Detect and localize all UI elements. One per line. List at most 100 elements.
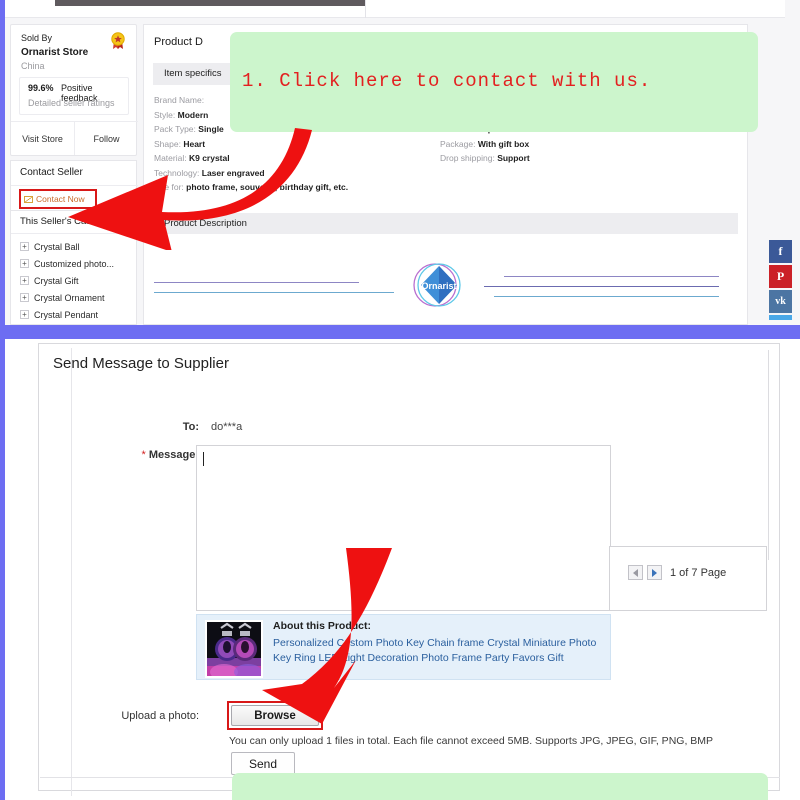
pager: 1 of 7 Page <box>628 565 726 580</box>
product-page-screenshot: Sold By Ornarist Store China 99.6% Posit… <box>0 0 800 325</box>
spec-key: Drop shipping: <box>440 153 495 163</box>
text-caret <box>203 452 204 466</box>
tab-product-description[interactable]: Product Description <box>153 213 738 234</box>
store-country: China <box>21 61 45 71</box>
callout-step-1: 1. Click here to contact with us. <box>230 32 758 132</box>
spec-row: Drop shipping: Support <box>440 151 740 166</box>
seller-actions: Visit Store Follow <box>11 121 138 155</box>
category-label: Crystal Gift <box>34 275 79 286</box>
spec-key: Shape: <box>154 138 181 149</box>
envelope-icon <box>24 195 33 203</box>
top-strip-bar <box>55 0 365 6</box>
callout-step-2: 2. Click here to choose a picture and se… <box>232 773 768 800</box>
spec-value: Laser engraved <box>201 167 265 178</box>
list-item[interactable]: + Crystal Ornament <box>20 289 136 306</box>
send-message-panel: Send Message to Supplier To: do***a * Me… <box>38 343 781 796</box>
category-label: Crystal Ball <box>34 241 80 252</box>
about-product-box: About this Product: Personalized Custom … <box>196 614 611 680</box>
screenshot-root: Sold By Ornarist Store China 99.6% Posit… <box>0 0 800 800</box>
decor-line <box>154 282 359 283</box>
category-list: + Crystal Ball + Customized photo... + Crys… <box>20 238 136 323</box>
plus-icon[interactable]: + <box>20 276 29 285</box>
message-textarea[interactable] <box>196 445 611 611</box>
spec-key: Material: <box>154 153 187 163</box>
spec-row: Use for: photo frame, souvenir, birthday… <box>154 180 444 195</box>
page-title: Send Message to Supplier <box>53 355 229 372</box>
list-item[interactable]: + Customized photo... <box>20 255 136 272</box>
pinterest-icon[interactable]: P <box>769 265 792 288</box>
medal-icon <box>109 32 127 50</box>
feedback-box: 99.6% Positive feedback Detailed seller … <box>19 77 129 115</box>
send-button[interactable]: Send <box>231 752 295 775</box>
social-share-rail: f P vk <box>769 240 792 322</box>
list-item[interactable]: + Crystal Ball <box>20 238 136 255</box>
spec-key: Brand Name: <box>154 95 205 105</box>
contact-now-highlight: Contact Now <box>19 189 97 209</box>
contact-seller-card: Contact Seller Contact Now <box>10 160 138 212</box>
spec-value: With gift box <box>477 138 530 149</box>
browse-button[interactable]: Browse <box>231 705 319 726</box>
pager-panel: 1 of 7 Page <box>609 546 767 611</box>
decor-line <box>494 296 719 297</box>
panel-inner-divider <box>71 348 72 796</box>
tab-product-description-label: Product Description <box>164 218 247 229</box>
category-label: Crystal Ornament <box>34 292 105 303</box>
seller-categories-card: This Seller's Categories + Crystal Ball +… <box>10 210 137 325</box>
facebook-icon[interactable]: f <box>769 240 792 263</box>
page-title: Product D <box>154 36 203 48</box>
spec-row: Package: With gift box <box>440 137 740 152</box>
top-strip-divider <box>365 0 366 18</box>
bottom-accent-rail <box>0 339 5 800</box>
spec-row: Technology: Laser engraved <box>154 166 444 181</box>
detailed-seller-ratings[interactable]: Detailed seller ratings <box>28 98 115 108</box>
follow-button[interactable]: Follow <box>75 122 138 155</box>
vk-icon[interactable]: vk <box>769 290 792 313</box>
brand-banner: Ornarist <box>144 240 747 324</box>
list-item[interactable]: + Crystal Gift <box>20 272 136 289</box>
spec-key: Technology: <box>154 167 200 178</box>
spec-value: Modern <box>177 109 209 120</box>
to-label: To: <box>182 421 199 433</box>
plus-icon[interactable]: + <box>20 310 29 319</box>
store-name[interactable]: Ornarist Store <box>21 47 88 58</box>
contact-seller-title: Contact Seller <box>20 167 83 178</box>
upload-hint-text: You can only upload 1 files in total. Ea… <box>229 735 714 747</box>
product-thumbnail[interactable] <box>205 620 263 678</box>
to-value: do***a <box>211 421 243 433</box>
twitter-icon[interactable] <box>769 315 792 320</box>
upload-photo-label: Upload a photo: <box>121 710 199 722</box>
contact-now-button[interactable]: Contact Now <box>24 194 85 204</box>
plus-icon[interactable]: + <box>20 293 29 302</box>
message-form-screenshot: Send Message to Supplier To: do***a * Me… <box>0 339 800 800</box>
pager-text: 1 of 7 Page <box>670 566 727 579</box>
category-label: Crystal Pendant <box>34 309 99 320</box>
decor-line <box>154 292 394 293</box>
message-label-text: Message: <box>148 449 199 461</box>
page-top-strip <box>5 0 785 18</box>
spec-value: Support <box>497 153 530 163</box>
plus-icon[interactable]: + <box>20 259 29 268</box>
spec-value: Single <box>198 124 224 134</box>
triangle-left-icon[interactable] <box>628 565 643 580</box>
triangle-right-icon[interactable] <box>647 565 662 580</box>
required-marker: * <box>141 449 146 461</box>
list-item[interactable]: + Crystal Pendant <box>20 306 136 323</box>
plus-icon[interactable]: + <box>20 242 29 251</box>
spec-value: photo frame, souvenir, birthday gift, et… <box>186 182 349 192</box>
seller-card: Sold By Ornarist Store China 99.6% Posit… <box>10 24 138 156</box>
about-product-link[interactable]: Personalized Custom Photo Key Chain fram… <box>273 636 603 666</box>
spec-row: Shape: Heart <box>154 137 444 152</box>
message-label: * Message: <box>94 449 199 461</box>
categories-divider <box>11 233 136 234</box>
spec-key: Package: <box>440 138 476 149</box>
decor-line <box>504 276 719 277</box>
spec-row: Material: K9 crystal <box>154 151 444 166</box>
category-label: Customized photo... <box>34 258 115 269</box>
to-row: To: do***a <box>39 419 781 441</box>
contact-now-label: Contact Now <box>36 194 85 204</box>
visit-store-button[interactable]: Visit Store <box>11 122 74 155</box>
panel-right-divider <box>768 350 769 560</box>
spec-key: Pack Type: <box>154 124 196 134</box>
seller-categories-title: This Seller's Categories <box>20 216 121 227</box>
spec-key: Use for: <box>154 182 184 192</box>
